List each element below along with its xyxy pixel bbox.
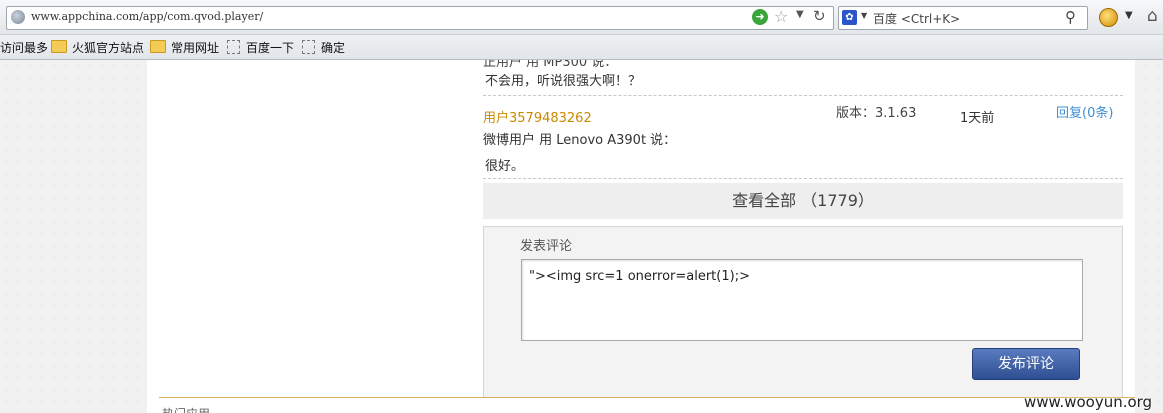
comment-divider [483, 95, 1123, 96]
view-all-comments-button[interactable]: 查看全部 （1779） [483, 183, 1123, 219]
post-comment-box: 发表评论 "><img src=1 onerror=alert(1);> 发布评… [483, 226, 1123, 398]
go-arrow-icon[interactable]: ➜ [752, 9, 768, 25]
bookmark-label: 访问最多 [0, 41, 49, 55]
previous-comment-source: 正用户 用 MP300 说： [483, 60, 618, 70]
search-engine-dropdown-icon[interactable]: ▼ [861, 11, 867, 20]
search-placeholder[interactable]: 百度 <Ctrl+K> [873, 10, 960, 27]
bookmark-most-visited[interactable]: 访问最多 [0, 39, 48, 56]
comment-divider [483, 178, 1123, 179]
comment-textarea-value[interactable]: "><img src=1 onerror=alert(1);> [529, 269, 750, 284]
page-icon [227, 40, 240, 54]
hot-apps-heading: 热门应用 [162, 405, 210, 413]
baidu-paw-icon[interactable]: ✿ [842, 10, 857, 25]
bookmark-label: 常用网址 [171, 41, 220, 55]
comment-text: 很好。 [485, 159, 525, 174]
bookmark-firefox-site[interactable]: 火狐官方站点 [51, 39, 144, 56]
reload-icon[interactable]: ↻ [813, 7, 826, 25]
menu-dropdown-icon[interactable]: ▼ [1125, 10, 1133, 21]
page-icon [302, 40, 315, 54]
home-icon[interactable]: ⌂ [1147, 6, 1158, 26]
bookmark-label: 火狐官方站点 [72, 41, 145, 55]
url-text[interactable]: www.appchina.com/app/com.qvod.player/ [31, 10, 263, 23]
folder-icon [150, 40, 166, 53]
previous-comment-text: 不会用，听说很强大啊！？ [485, 74, 642, 89]
browser-toolbar: www.appchina.com/app/com.qvod.player/ ➜ … [0, 0, 1163, 35]
history-dropdown-icon[interactable]: ▼ [796, 9, 804, 20]
addon-icon[interactable] [1099, 8, 1118, 27]
folder-icon [51, 40, 67, 53]
comment-textarea[interactable]: "><img src=1 onerror=alert(1);> [521, 259, 1083, 341]
site-globe-icon [11, 10, 25, 24]
submit-comment-button[interactable]: 发布评论 [972, 348, 1080, 380]
comment-version: 版本：3.1.63 [836, 106, 917, 121]
bookmark-confirm[interactable]: 确定 [302, 39, 345, 56]
comment-user[interactable]: 用户3579483262 [483, 107, 592, 126]
footer-divider [159, 397, 1135, 398]
bookmark-star-icon[interactable]: ☆ [774, 7, 788, 26]
bookmark-label: 百度一下 [246, 41, 295, 55]
bookmarks-toolbar: 访问最多 火狐官方站点 常用网址 百度一下 确定 [0, 35, 1163, 60]
address-bar[interactable]: www.appchina.com/app/com.qvod.player/ ➜ … [6, 6, 834, 30]
search-magnifier-icon[interactable]: ⚲ [1065, 8, 1076, 26]
bookmark-label: 确定 [321, 41, 346, 55]
reply-link[interactable]: 回复(0条) [1056, 102, 1113, 121]
bookmark-common-sites[interactable]: 常用网址 [150, 39, 219, 56]
watermark: www.wooyun.org [1024, 393, 1153, 411]
page-viewport: 正用户 用 MP300 说： 不会用，听说很强大啊！？ 用户3579483262… [0, 60, 1163, 413]
content-panel: 正用户 用 MP300 说： 不会用，听说很强大啊！？ 用户3579483262… [147, 60, 1135, 413]
comment-time: 1天前 [960, 111, 995, 126]
comment-source: 微博用户 用 Lenovo A390t 说： [483, 133, 677, 148]
post-comment-label: 发表评论 [520, 239, 573, 254]
search-box[interactable]: ✿ ▼ 百度 <Ctrl+K> ⚲ [838, 6, 1088, 30]
bookmark-baidu[interactable]: 百度一下 [227, 39, 294, 56]
